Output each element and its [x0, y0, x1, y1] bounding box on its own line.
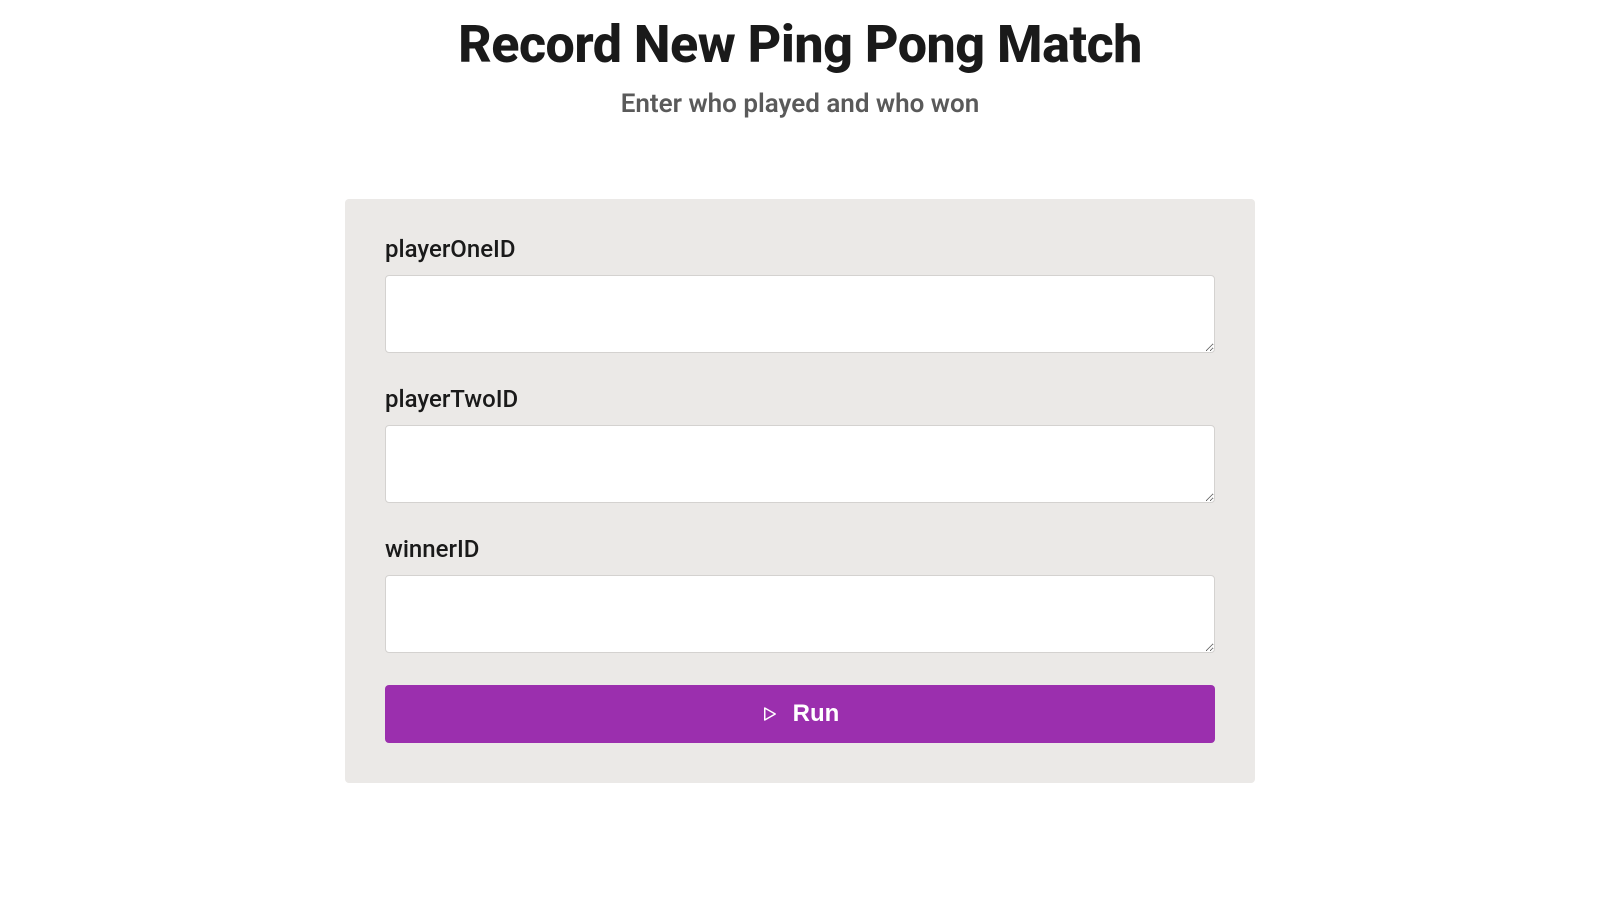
player-one-id-input[interactable]	[385, 275, 1215, 353]
form-group-winner: winnerID	[385, 535, 1215, 657]
play-icon	[761, 705, 779, 723]
player-two-id-input[interactable]	[385, 425, 1215, 503]
form-group-player-one: playerOneID	[385, 235, 1215, 357]
player-one-id-label: playerOneID	[385, 235, 1215, 263]
winner-id-label: winnerID	[385, 535, 1215, 563]
winner-id-input[interactable]	[385, 575, 1215, 653]
run-button-label: Run	[793, 700, 840, 728]
page-container: Record New Ping Pong Match Enter who pla…	[345, 0, 1255, 783]
page-subtitle: Enter who played and who won	[345, 89, 1255, 119]
run-button[interactable]: Run	[385, 685, 1215, 743]
form-card: playerOneID playerTwoID winnerID Run	[345, 199, 1255, 783]
page-title: Record New Ping Pong Match	[345, 14, 1255, 75]
form-group-player-two: playerTwoID	[385, 385, 1215, 507]
player-two-id-label: playerTwoID	[385, 385, 1215, 413]
